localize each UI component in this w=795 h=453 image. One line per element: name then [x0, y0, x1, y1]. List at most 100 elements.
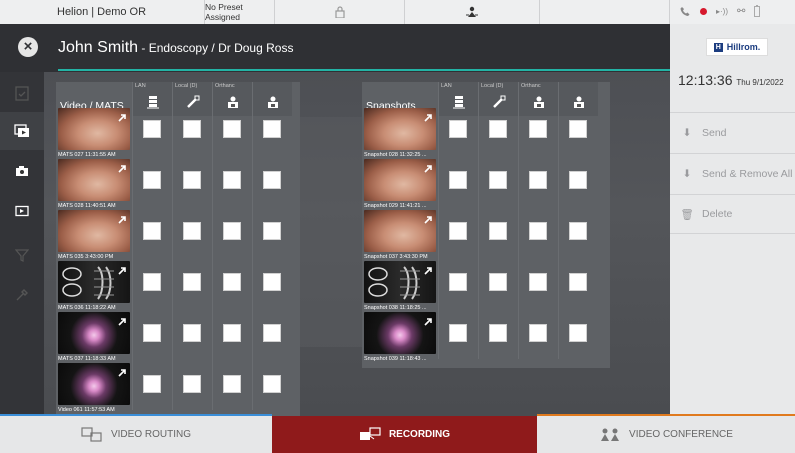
- close-button[interactable]: ×: [18, 37, 38, 57]
- media-thumbnail[interactable]: [58, 159, 130, 201]
- destination-checkbox[interactable]: [263, 324, 281, 342]
- expand-icon[interactable]: [423, 212, 433, 224]
- destination-checkbox[interactable]: [223, 273, 241, 291]
- destination-checkbox[interactable]: [263, 120, 281, 138]
- media-caption: Snapshot 039 11:18:43 ...: [364, 356, 427, 362]
- audio-icon[interactable]: ▸·)): [716, 7, 728, 16]
- destination-checkbox[interactable]: [529, 222, 547, 240]
- destination-checkbox[interactable]: [449, 171, 467, 189]
- destination-checkbox[interactable]: [569, 222, 587, 240]
- media-thumbnail[interactable]: [364, 312, 436, 354]
- send-button[interactable]: ⬇ Send: [670, 112, 795, 152]
- expand-icon[interactable]: [117, 212, 127, 224]
- expand-icon[interactable]: [117, 314, 127, 326]
- destination-checkbox[interactable]: [449, 273, 467, 291]
- expand-icon[interactable]: [423, 263, 433, 275]
- destination-checkbox[interactable]: [183, 324, 201, 342]
- media-thumbnail[interactable]: [58, 312, 130, 354]
- video-mats-panel: Video / MATS LAN Local (D) Orthanc MATS 02…: [56, 82, 300, 420]
- media-thumbnail[interactable]: [364, 210, 436, 252]
- media-thumbnail[interactable]: [58, 108, 130, 150]
- nav-media-export[interactable]: [0, 112, 44, 150]
- destination-checkbox[interactable]: [569, 171, 587, 189]
- media-thumbnail[interactable]: [364, 159, 436, 201]
- nav-tools[interactable]: [0, 276, 44, 314]
- left-nav: [0, 72, 44, 416]
- link-icon[interactable]: ⚯: [737, 6, 745, 17]
- destination-checkbox[interactable]: [183, 273, 201, 291]
- destination-checkbox[interactable]: [223, 324, 241, 342]
- expand-icon[interactable]: [117, 263, 127, 275]
- status-icons: ▸·)) ⚯: [680, 5, 761, 17]
- destination-checkbox[interactable]: [223, 120, 241, 138]
- expand-icon[interactable]: [117, 365, 127, 377]
- destination-checkbox[interactable]: [183, 171, 201, 189]
- destination-checkbox[interactable]: [569, 273, 587, 291]
- users-button[interactable]: [405, 0, 540, 24]
- media-caption: Snapshot 029 11:41:21 ...: [364, 203, 427, 209]
- media-thumbnail[interactable]: [364, 108, 436, 150]
- nav-snapshot[interactable]: [0, 152, 44, 190]
- destination-checkbox[interactable]: [263, 171, 281, 189]
- media-caption: Snapshot 037 3:43:30 PM: [364, 254, 428, 260]
- header-accent-line: [58, 69, 670, 71]
- nav-filter[interactable]: [0, 236, 44, 274]
- destination-checkbox[interactable]: [183, 375, 201, 393]
- destination-checkbox[interactable]: [449, 324, 467, 342]
- destination-checkbox[interactable]: [183, 120, 201, 138]
- column-label: Local (D): [175, 83, 198, 89]
- media-export-icon: [14, 124, 29, 137]
- expand-icon[interactable]: [117, 110, 127, 122]
- destination-checkbox[interactable]: [449, 120, 467, 138]
- destination-checkbox[interactable]: [529, 273, 547, 291]
- nav-checklist[interactable]: [0, 74, 44, 112]
- tab-recording[interactable]: RECORDING: [272, 416, 537, 453]
- media-thumbnail[interactable]: [364, 261, 436, 303]
- download-icon: ⬇: [682, 126, 692, 139]
- destination-checkbox[interactable]: [183, 222, 201, 240]
- delete-button[interactable]: 🗑 Delete: [670, 194, 795, 234]
- expand-icon[interactable]: [423, 314, 433, 326]
- column-label: Orthanc: [521, 83, 541, 89]
- destination-checkbox[interactable]: [489, 120, 507, 138]
- destination-checkbox[interactable]: [143, 120, 161, 138]
- tab-video-routing[interactable]: VIDEO ROUTING: [0, 416, 272, 453]
- destination-checkbox[interactable]: [223, 375, 241, 393]
- destination-checkbox[interactable]: [143, 222, 161, 240]
- column-label: LAN: [441, 83, 452, 89]
- destination-checkbox[interactable]: [223, 222, 241, 240]
- media-thumbnail[interactable]: [58, 363, 130, 405]
- destination-checkbox[interactable]: [529, 120, 547, 138]
- lock-button[interactable]: [275, 0, 405, 24]
- destination-checkbox[interactable]: [143, 171, 161, 189]
- destination-checkbox[interactable]: [489, 273, 507, 291]
- destination-checkbox[interactable]: [143, 375, 161, 393]
- destination-checkbox[interactable]: [143, 273, 161, 291]
- media-thumbnail[interactable]: [58, 261, 130, 303]
- expand-icon[interactable]: [423, 110, 433, 122]
- phone-icon[interactable]: [680, 6, 691, 17]
- send-remove-icon: ⬇: [682, 167, 692, 180]
- destination-checkbox[interactable]: [263, 273, 281, 291]
- destination-checkbox[interactable]: [569, 324, 587, 342]
- destination-checkbox[interactable]: [263, 222, 281, 240]
- tab-video-conference[interactable]: VIDEO CONFERENCE: [537, 416, 795, 453]
- destination-checkbox[interactable]: [143, 324, 161, 342]
- expand-icon[interactable]: [423, 161, 433, 173]
- destination-checkbox[interactable]: [223, 171, 241, 189]
- destination-checkbox[interactable]: [569, 120, 587, 138]
- media-thumbnail[interactable]: [58, 210, 130, 252]
- battery-icon: [754, 5, 761, 17]
- preset-status[interactable]: No Preset Assigned: [205, 0, 275, 24]
- destination-checkbox[interactable]: [529, 324, 547, 342]
- destination-checkbox[interactable]: [529, 171, 547, 189]
- send-remove-all-button[interactable]: ⬇ Send & Remove All: [670, 153, 795, 193]
- nav-video-player[interactable]: [0, 192, 44, 230]
- destination-checkbox[interactable]: [263, 375, 281, 393]
- destination-checkbox[interactable]: [489, 324, 507, 342]
- destination-checkbox[interactable]: [489, 171, 507, 189]
- destination-checkbox[interactable]: [449, 222, 467, 240]
- column-label: Local (D): [481, 83, 504, 89]
- destination-checkbox[interactable]: [489, 222, 507, 240]
- expand-icon[interactable]: [117, 161, 127, 173]
